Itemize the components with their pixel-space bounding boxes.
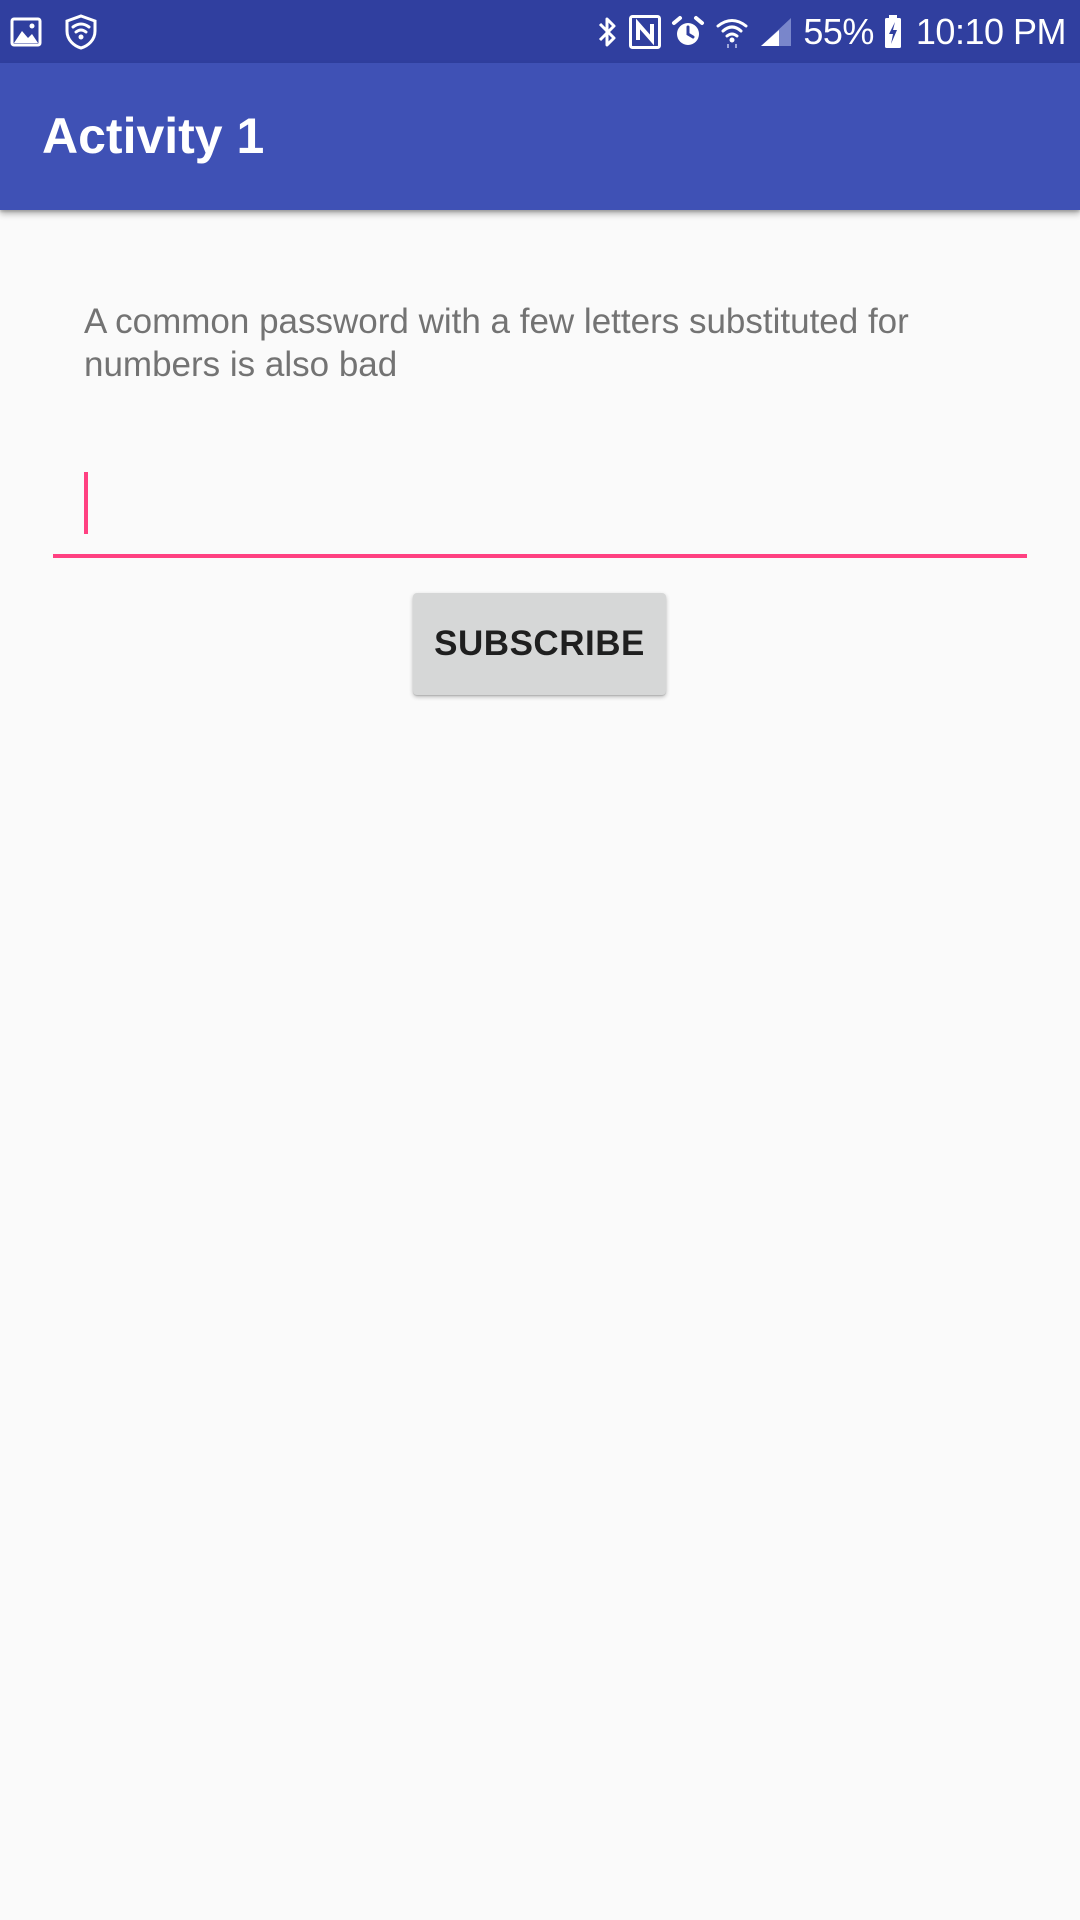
subscribe-button[interactable]: SUBSCRIBE — [413, 593, 666, 695]
page-title: Activity 1 — [42, 108, 265, 164]
signal-icon — [759, 16, 793, 48]
status-bar: 55% 10:10 PM — [0, 0, 1080, 63]
nfc-icon — [629, 15, 662, 49]
battery-percent-text: 55% — [803, 11, 874, 52]
shield-icon — [64, 14, 98, 50]
gallery-icon — [10, 17, 42, 47]
alarm-icon — [671, 15, 705, 49]
wifi-icon — [715, 15, 749, 49]
text-cursor — [84, 472, 88, 534]
password-field[interactable] — [53, 460, 1027, 560]
status-left-icons — [10, 12, 98, 52]
status-right-icons: 55% 10:10 PM — [595, 8, 1067, 56]
status-time: 10:10 PM — [915, 11, 1067, 52]
battery-charging-icon — [884, 15, 902, 49]
prompt-text: A common password with a few letters sub… — [84, 302, 909, 384]
app-bar: Activity 1 — [0, 63, 1080, 210]
bluetooth-icon — [595, 14, 619, 50]
password-input[interactable] — [53, 460, 1027, 556]
field-underline — [53, 554, 1027, 558]
